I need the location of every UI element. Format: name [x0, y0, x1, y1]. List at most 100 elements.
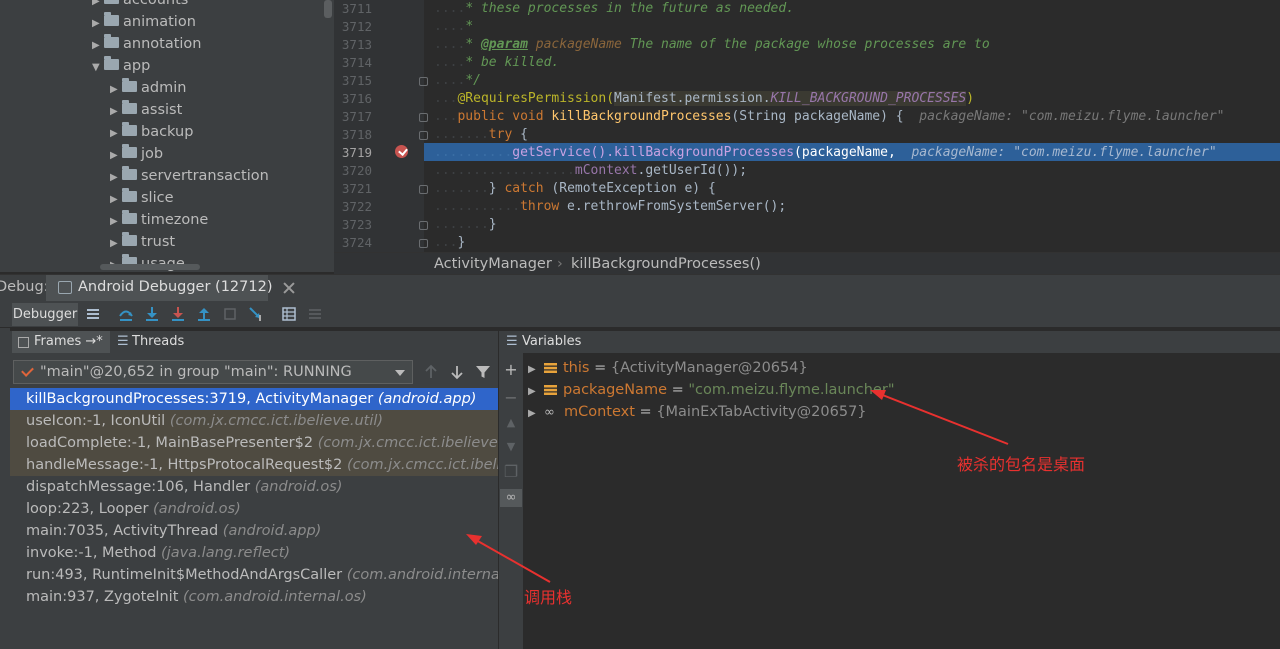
tree-item-trust[interactable]: ▶ trust	[110, 231, 175, 253]
tree-item-animation[interactable]: ▶ animation	[92, 11, 196, 33]
tree-item-servertransaction[interactable]: ▶ servertransaction	[110, 165, 269, 187]
move-down-icon[interactable]: ▼	[502, 438, 520, 456]
folder-icon	[122, 210, 137, 224]
close-icon[interactable]	[282, 281, 296, 295]
fold-marker-icon[interactable]	[419, 131, 428, 140]
chevron-right-icon[interactable]: ▶	[110, 189, 122, 211]
folder-icon	[122, 122, 137, 136]
tree-item-label: backup	[141, 124, 194, 140]
debugger-tab[interactable]: Debugger	[12, 303, 78, 326]
line-number: 3723	[341, 217, 372, 232]
remove-watch-icon[interactable]: −	[502, 389, 520, 407]
stack-frame[interactable]: killBackgroundProcesses:3719, ActivityMa…	[10, 388, 498, 410]
arrow-down-icon[interactable]	[449, 364, 465, 380]
line-number: 3717	[341, 109, 372, 124]
tree-item-label: servertransaction	[141, 168, 269, 184]
chevron-right-icon[interactable]: ▶	[92, 35, 104, 57]
tree-item-slice[interactable]: ▶ slice	[110, 187, 174, 209]
tree-item-label: trust	[141, 234, 176, 250]
fold-marker-icon[interactable]	[419, 77, 428, 86]
variable-row-packagename[interactable]: ▶ packageName = "com.meizu.flyme.launcher…	[528, 379, 894, 401]
code-line-3719: ..........getService().killBackgroundPro…	[434, 145, 1217, 160]
stack-frame[interactable]: loadComplete:-1, MainBasePresenter$2 (co…	[10, 432, 498, 454]
arrow-up-icon[interactable]	[423, 364, 439, 380]
chevron-right-icon[interactable]: ▶	[528, 403, 544, 425]
fold-marker-icon[interactable]	[419, 239, 428, 248]
stack-frame[interactable]: dispatchMessage:106, Handler (android.os…	[10, 476, 498, 498]
tree-scrollbar[interactable]	[324, 0, 332, 18]
inline-value-hint: packageName: "com.meizu.flyme.launcher"	[911, 145, 1217, 160]
variable-row-this[interactable]: ▶ this = {ActivityManager@20654}	[528, 357, 808, 379]
variable-equals: =	[634, 404, 657, 420]
add-watch-icon[interactable]: +	[502, 361, 520, 379]
copy-icon[interactable]: ❐	[502, 463, 520, 481]
tree-item-app[interactable]: ▼ app	[92, 55, 150, 77]
filter-icon[interactable]	[475, 364, 491, 380]
breadcrumb-method[interactable]: killBackgroundProcesses()	[571, 253, 761, 275]
tree-item-accounts[interactable]: ▶ accounts	[92, 0, 188, 11]
variable-row-mcontext[interactable]: ▶ ∞ mContext = {MainExTabActivity@20657}	[528, 401, 867, 423]
debug-session-tab[interactable]: Android Debugger (12712)	[46, 275, 273, 301]
show-watches-icon[interactable]: ∞	[500, 489, 522, 507]
code-line-3718: .......try {	[434, 127, 528, 142]
force-step-into-icon[interactable]	[170, 306, 186, 322]
code-line-3713: ....* @param packageName The name of the…	[434, 37, 990, 52]
chevron-right-icon[interactable]: ▶	[110, 145, 122, 167]
variable-name: packageName	[563, 382, 667, 398]
code-line-3723: .......}	[434, 217, 497, 232]
tree-item-label: admin	[141, 80, 187, 96]
thread-selector-label: "main"@20,652 in group "main": RUNNING	[40, 364, 352, 380]
folder-icon	[104, 56, 119, 70]
line-number: 3711	[341, 1, 372, 16]
fold-marker-icon[interactable]	[419, 185, 428, 194]
chevron-right-icon[interactable]: ▶	[110, 233, 122, 255]
chevron-right-icon[interactable]: ▶	[528, 381, 544, 403]
tab-threads[interactable]: ☰ Threads →*	[114, 331, 204, 371]
layout-menu-icon[interactable]	[85, 306, 101, 322]
project-tree: ▶ accounts ▶ animation ▶ annotation ▼ app ▶ a…	[0, 0, 334, 272]
tree-horizontal-scrollbar[interactable]	[100, 264, 200, 270]
chevron-right-icon[interactable]: ▶	[110, 167, 122, 189]
chevron-down-icon[interactable]: ▼	[92, 57, 104, 79]
tree-item-label: timezone	[141, 212, 209, 228]
evaluate-expression-icon[interactable]	[281, 306, 297, 322]
step-out-icon[interactable]	[196, 306, 212, 322]
chevron-right-icon[interactable]: ▶	[110, 211, 122, 233]
tree-item-timezone[interactable]: ▶ timezone	[110, 209, 208, 231]
fold-marker-icon[interactable]	[419, 221, 428, 230]
tree-item-assist[interactable]: ▶ assist	[110, 99, 182, 121]
line-number: 3714	[341, 55, 372, 70]
trace-icon[interactable]	[307, 306, 323, 322]
move-up-icon[interactable]: ▲	[502, 414, 520, 432]
chevron-right-icon[interactable]: ▶	[110, 123, 122, 145]
stack-frame[interactable]: useIcon:-1, IconUtil (com.jx.cmcc.ict.ib…	[10, 410, 498, 432]
stack-frame[interactable]: invoke:-1, Method (java.lang.reflect)	[10, 542, 498, 564]
stack-frame[interactable]: main:937, ZygoteInit (com.android.intern…	[10, 586, 498, 608]
chevron-right-icon[interactable]: ▶	[110, 79, 122, 101]
code-line-3715: ....*/	[434, 73, 481, 88]
stack-frame[interactable]: run:493, RuntimeInit$MethodAndArgsCaller…	[10, 564, 498, 586]
drop-frame-icon[interactable]	[222, 306, 238, 322]
stack-frame[interactable]: loop:223, Looper (android.os)	[10, 498, 498, 520]
breadcrumb: ActivityManager › killBackgroundProcesse…	[334, 252, 1280, 274]
tree-item-annotation[interactable]: ▶ annotation	[92, 33, 201, 55]
variables-icon: ☰	[506, 334, 518, 349]
breakpoint-icon[interactable]	[395, 145, 408, 158]
tree-item-admin[interactable]: ▶ admin	[110, 77, 186, 99]
tree-item-backup[interactable]: ▶ backup	[110, 121, 193, 143]
tree-item-job[interactable]: ▶ job	[110, 143, 163, 165]
stack-frame[interactable]: handleMessage:-1, HttpsProtocalRequest$2…	[10, 454, 498, 476]
step-into-icon[interactable]	[144, 306, 160, 322]
tab-frames[interactable]: Frames →*	[12, 331, 110, 353]
stack-frame[interactable]: main:7035, ActivityThread (android.app)	[10, 520, 498, 542]
step-over-icon[interactable]	[118, 306, 134, 322]
chevron-right-icon[interactable]: ▶	[110, 101, 122, 123]
variables-header: ☰ Variables	[500, 331, 1280, 353]
chevron-right-icon[interactable]: ▶	[92, 13, 104, 35]
chevron-right-icon[interactable]: ▶	[528, 359, 544, 381]
thread-selector[interactable]: "main"@20,652 in group "main": RUNNING	[13, 360, 413, 384]
breadcrumb-class[interactable]: ActivityManager	[434, 253, 552, 275]
tree-item-label: assist	[141, 102, 183, 118]
fold-marker-icon[interactable]	[419, 113, 428, 122]
run-to-cursor-icon[interactable]	[248, 306, 264, 322]
